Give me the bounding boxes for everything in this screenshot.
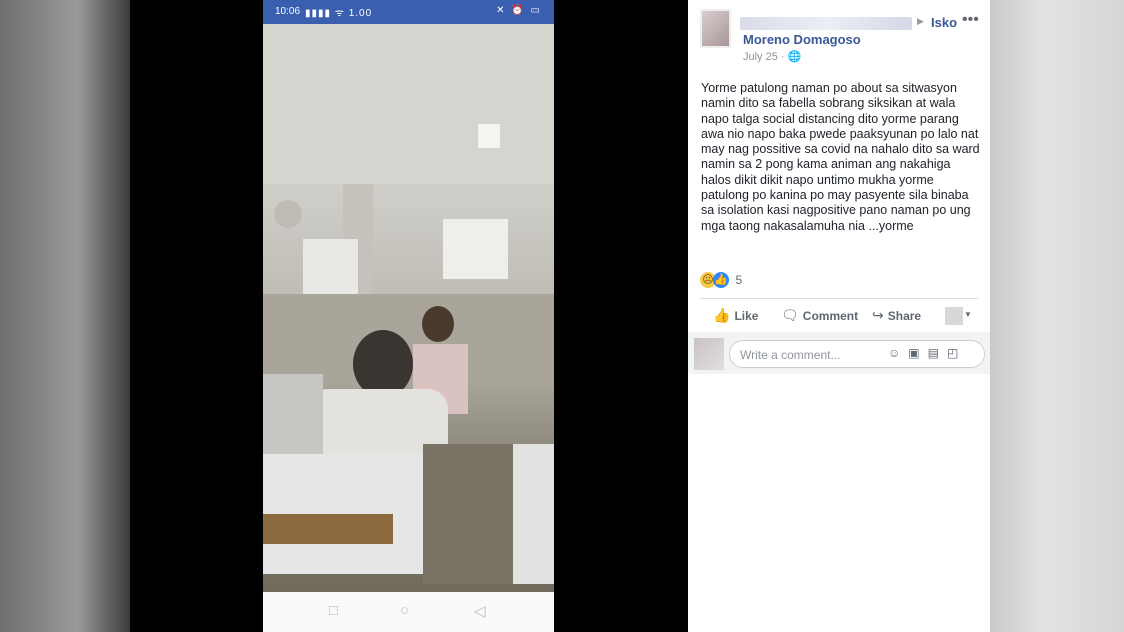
post-date-text: July 25 ·: [743, 51, 788, 63]
background-left: [0, 0, 130, 632]
comment-composer: Write a comment... ☺▣▤◰: [688, 332, 990, 374]
background-right: [990, 0, 1124, 632]
facebook-post: ▶ Isko ••• Moreno Domagoso July 25 · 🌐 Y…: [688, 0, 990, 632]
post-actions: 👍 Like 🗨 Comment ↪ Share: [700, 303, 978, 329]
like-reaction-icon: 👍: [713, 271, 729, 288]
like-label: Like: [734, 309, 759, 323]
more-options-icon[interactable]: •••: [962, 11, 979, 29]
share-button[interactable]: ↪ Share: [872, 307, 921, 324]
back-button-icon[interactable]: ◁: [474, 602, 486, 620]
thumbs-up-icon: 👍: [713, 307, 731, 323]
emoji-icon[interactable]: ☺: [888, 346, 908, 360]
share-label: Share: [887, 309, 922, 323]
phone-status-bar: 10:06 ▮▮▮▮ ᯤ 1.00 ✕ ⏰ ▭: [263, 0, 554, 24]
signal-icon: ▮▮▮▮ ᯤ 1.00: [305, 8, 373, 19]
comment-icon: 🗨: [781, 307, 799, 323]
gif-icon[interactable]: ▤: [928, 346, 947, 360]
status-icons: ✕ ⏰ ▭: [496, 5, 542, 16]
hospital-ward-video[interactable]: [263, 24, 554, 592]
divider: [700, 298, 978, 299]
comment-tools: ☺▣▤◰: [888, 346, 966, 360]
android-nav-bar: □ ○ ◁: [263, 592, 554, 632]
share-icon: ↪: [872, 307, 884, 323]
camera-icon[interactable]: ▣: [908, 346, 927, 360]
reactions-summary[interactable]: ☹👍 5: [700, 271, 742, 289]
phone-screen: 10:06 ▮▮▮▮ ᯤ 1.00 ✕ ⏰ ▭ □ ○ ◁: [263, 0, 554, 632]
blurred-poster-name: [740, 17, 912, 30]
viewer-comment-avatar: [694, 338, 724, 370]
ward-scene: [263, 24, 554, 584]
shared-to-name[interactable]: Isko: [931, 15, 957, 30]
globe-icon: 🌐: [787, 51, 802, 63]
shared-to-arrow-icon: ▶: [917, 16, 924, 26]
chevron-down-icon[interactable]: ▼: [964, 310, 972, 319]
like-button[interactable]: 👍 Like: [713, 307, 758, 324]
reaction-count: 5: [735, 272, 743, 287]
status-time: 10:06: [275, 6, 301, 17]
home-button-icon[interactable]: ○: [400, 602, 409, 619]
post-date[interactable]: July 25 · 🌐: [743, 50, 801, 63]
recents-button-icon[interactable]: □: [329, 602, 338, 619]
comment-label: Comment: [802, 309, 859, 323]
sticker-icon[interactable]: ◰: [947, 346, 966, 360]
poster-avatar[interactable]: [700, 9, 731, 48]
post-body: Yorme patulong naman po about sa sitwasy…: [701, 81, 980, 233]
viewer-avatar[interactable]: [945, 307, 963, 325]
comment-button[interactable]: 🗨 Comment: [781, 307, 858, 324]
page-name-link[interactable]: Moreno Domagoso: [743, 32, 861, 47]
